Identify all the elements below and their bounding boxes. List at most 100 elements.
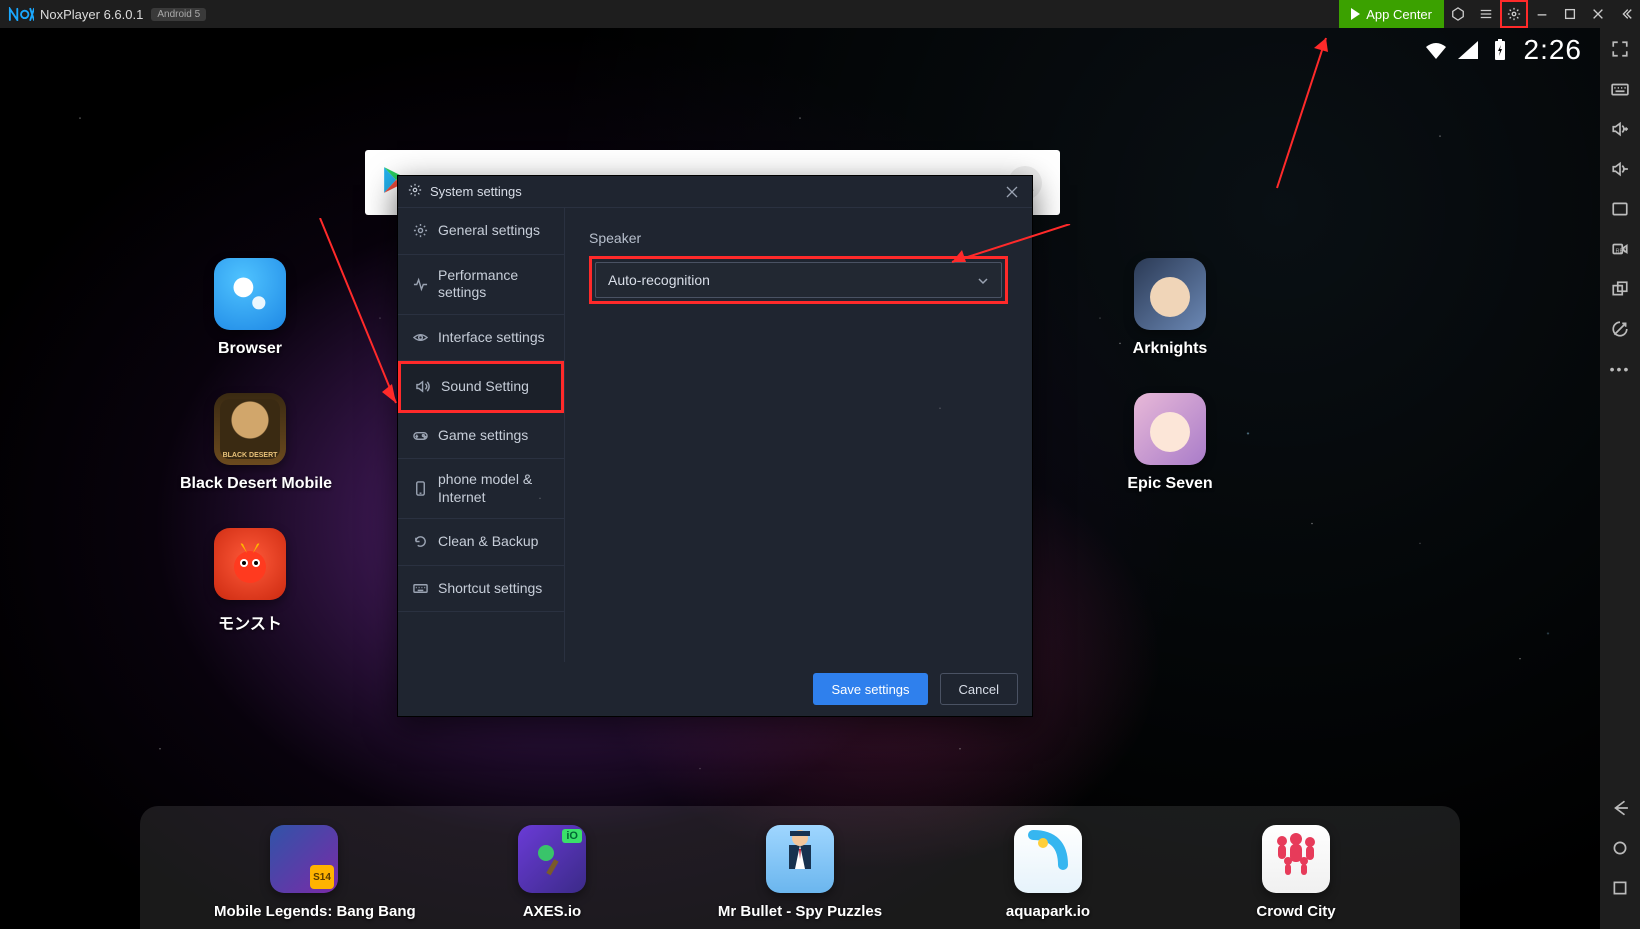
dock-item-label: Crowd City <box>1206 903 1386 920</box>
dock-item-crowd-city[interactable]: Crowd City <box>1206 825 1386 920</box>
speaker-selected-value: Auto-recognition <box>608 272 710 288</box>
multi-instance-button[interactable] <box>1606 278 1634 300</box>
nav-label: Shortcut settings <box>438 580 542 598</box>
nav-performance-settings[interactable]: Performance settings <box>398 255 564 315</box>
gamepad-icon <box>412 427 428 443</box>
dialog-header: System settings <box>398 176 1032 208</box>
nav-label: Interface settings <box>438 329 545 347</box>
fullscreen-button[interactable] <box>1606 38 1634 60</box>
dock-item-mlbb[interactable]: S14 Mobile Legends: Bang Bang <box>214 825 394 920</box>
gear-icon <box>1507 7 1521 21</box>
cancel-button[interactable]: Cancel <box>940 673 1018 705</box>
app-icon-monst[interactable]: モンスト <box>180 528 320 634</box>
app-dock: S14 Mobile Legends: Bang Bang iO AXES.io… <box>140 806 1460 929</box>
app-icon-arknights[interactable]: Arknights <box>1100 258 1240 358</box>
wifi-icon <box>1424 38 1448 62</box>
dock-item-mr-bullet[interactable]: Mr Bullet - Spy Puzzles <box>710 825 890 920</box>
app-icon-label: Epic Seven <box>1100 475 1240 493</box>
dock-item-label: Mr Bullet - Spy Puzzles <box>710 903 890 920</box>
nav-label: General settings <box>438 222 540 240</box>
nox-logo <box>8 6 34 22</box>
dialog-close-button[interactable] <box>1002 182 1022 202</box>
video-record-button[interactable]: REC <box>1606 238 1634 260</box>
battery-charging-icon <box>1488 38 1512 62</box>
android-status-bar: 2:26 <box>1424 28 1601 72</box>
dock-item-axes[interactable]: iO AXES.io <box>462 825 642 920</box>
settings-nav: General settings Performance settings In… <box>398 208 565 662</box>
volume-down-button[interactable] <box>1606 158 1634 180</box>
app-icon-black-desert[interactable]: BLACK DESERT Black Desert Mobile <box>180 393 320 493</box>
android-version-badge: Android 5 <box>151 8 206 21</box>
screenshot-button[interactable] <box>1606 198 1634 220</box>
settings-content-panel: Speaker Auto-recognition <box>565 208 1032 662</box>
pulse-icon <box>412 276 428 292</box>
annotation-arrow <box>1272 28 1392 198</box>
svg-text:REC: REC <box>1616 248 1628 254</box>
close-window-button[interactable] <box>1584 0 1612 28</box>
app-icon-label: Black Desert Mobile <box>180 475 320 493</box>
nav-label: Performance settings <box>438 267 550 302</box>
play-store-icon <box>1351 8 1360 20</box>
save-button-label: Save settings <box>831 682 909 697</box>
app-icon-label: Browser <box>180 340 320 358</box>
annotation-arrow <box>940 224 1080 274</box>
app-titlebar: NoxPlayer 6.6.0.1 Android 5 App Center <box>0 0 1640 28</box>
app-icon-browser[interactable]: Browser <box>180 258 320 358</box>
sound-icon <box>415 379 431 395</box>
cancel-button-label: Cancel <box>959 682 999 697</box>
android-home-button[interactable] <box>1606 837 1634 859</box>
app-center-label: App Center <box>1366 7 1432 22</box>
save-settings-button[interactable]: Save settings <box>813 673 927 705</box>
nav-shortcut-settings[interactable]: Shortcut settings <box>398 566 564 613</box>
keyboard-icon <box>412 580 428 596</box>
speaker-select-highlight: Auto-recognition <box>589 256 1008 304</box>
maximize-button[interactable] <box>1556 0 1584 28</box>
phone-icon <box>412 481 428 497</box>
app-icon-label: モンスト <box>180 610 320 634</box>
settings-gear-button[interactable] <box>1500 0 1528 28</box>
chevron-down-icon <box>977 274 989 286</box>
macro-recorder-button[interactable] <box>1606 318 1634 340</box>
signal-icon <box>1456 38 1480 62</box>
minimize-button[interactable] <box>1528 0 1556 28</box>
system-settings-dialog: System settings General settings Perform… <box>397 175 1033 717</box>
nav-label: Clean & Backup <box>438 533 538 551</box>
dialog-title: System settings <box>430 184 522 199</box>
nav-sound-setting[interactable]: Sound Setting <box>398 361 564 413</box>
emulator-side-toolbar: REC ••• <box>1600 28 1640 929</box>
emulator-viewport: 2:26 Browser BLACK DESERT Black Desert M… <box>0 28 1600 929</box>
app-center-button[interactable]: App Center <box>1339 0 1444 28</box>
menu-button[interactable] <box>1472 0 1500 28</box>
nav-general-settings[interactable]: General settings <box>398 208 564 255</box>
nav-game-settings[interactable]: Game settings <box>398 413 564 460</box>
more-tools-button[interactable]: ••• <box>1606 358 1634 380</box>
gear-icon <box>412 223 428 239</box>
annotation-arrow <box>300 218 420 418</box>
dialog-footer: Save settings Cancel <box>398 662 1032 716</box>
android-back-button[interactable] <box>1606 797 1634 819</box>
dock-item-label: Mobile Legends: Bang Bang <box>214 903 394 920</box>
dock-item-aquapark[interactable]: aquapark.io <box>958 825 1138 920</box>
speaker-field-label: Speaker <box>589 230 1008 246</box>
refresh-icon <box>412 534 428 550</box>
nav-label: Sound Setting <box>441 378 529 396</box>
eye-icon <box>412 329 428 345</box>
status-time: 2:26 <box>1524 34 1583 66</box>
keyboard-mapping-button[interactable] <box>1606 78 1634 100</box>
dock-item-label: AXES.io <box>462 903 642 920</box>
collapse-toolbar-button[interactable] <box>1612 0 1640 28</box>
volume-up-button[interactable] <box>1606 118 1634 140</box>
nav-interface-settings[interactable]: Interface settings <box>398 315 564 362</box>
dock-item-label: aquapark.io <box>958 903 1138 920</box>
app-icon-epic-seven[interactable]: Epic Seven <box>1100 393 1240 493</box>
theme-button[interactable] <box>1444 0 1472 28</box>
nav-phone-model-internet[interactable]: phone model & Internet <box>398 459 564 519</box>
nav-clean-backup[interactable]: Clean & Backup <box>398 519 564 566</box>
android-recents-button[interactable] <box>1606 877 1634 899</box>
app-icon-label: Arknights <box>1100 340 1240 358</box>
gear-icon <box>408 183 422 200</box>
app-title: NoxPlayer 6.6.0.1 <box>40 7 143 22</box>
speaker-select[interactable]: Auto-recognition <box>595 262 1002 298</box>
nav-label: phone model & Internet <box>438 471 550 506</box>
nav-label: Game settings <box>438 427 528 445</box>
